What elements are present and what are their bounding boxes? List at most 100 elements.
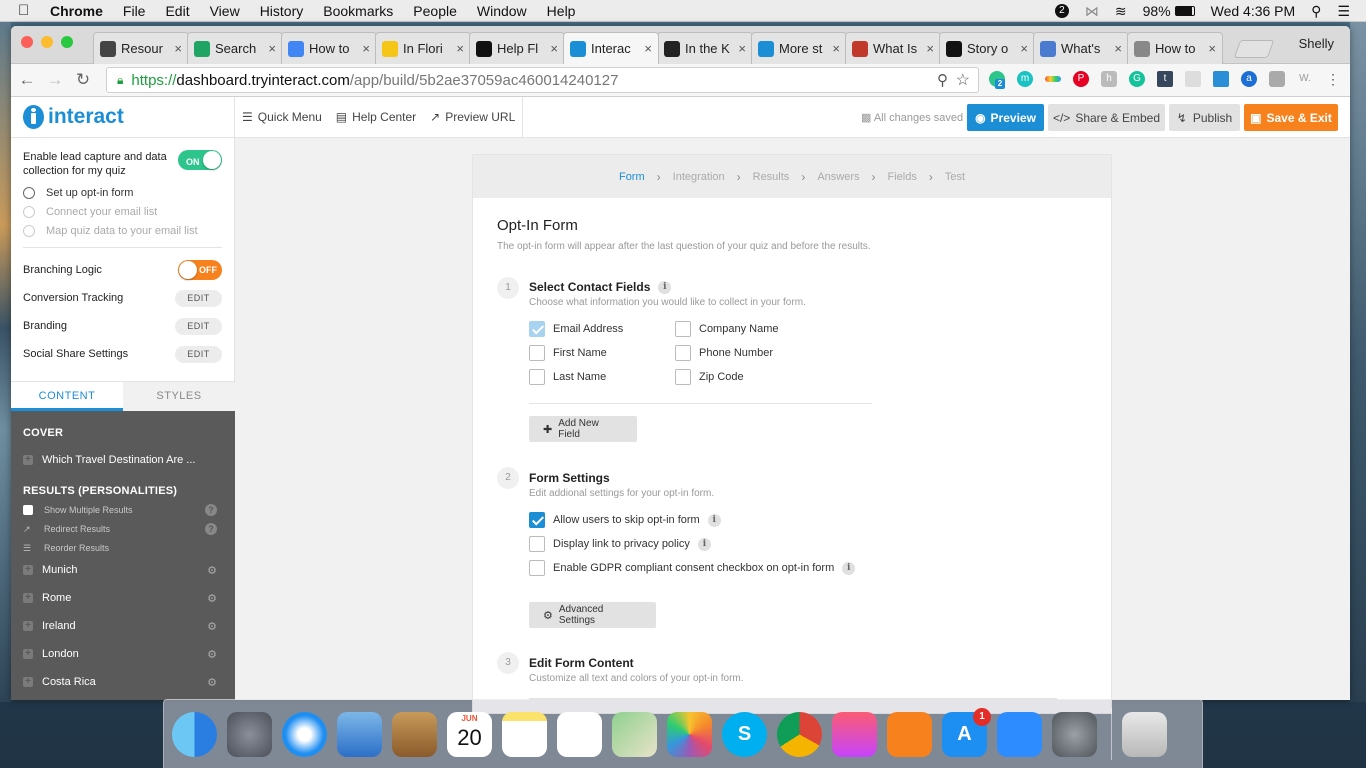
result-item[interactable]: + Costa Rica ⚙ — [11, 674, 235, 690]
lead-step-item: Map quiz data to your email list — [23, 224, 222, 237]
section-title-form-content: Edit Form Content — [529, 656, 634, 670]
menu-history[interactable]: History — [260, 3, 304, 19]
wizard-step[interactable]: Results — [753, 171, 790, 183]
checkbox-icon — [675, 345, 691, 361]
form-setting-checkbox[interactable]: Allow users to skip opt-in form i — [529, 512, 721, 528]
system-preferences-icon[interactable] — [1052, 711, 1097, 757]
contact-field-checkbox[interactable]: First Name — [529, 345, 607, 361]
redirect-results[interactable]: ↗ Redirect Results? — [11, 522, 235, 536]
itunes-icon[interactable] — [832, 711, 877, 757]
result-item[interactable]: + Rome ⚙ — [11, 590, 235, 606]
maps-icon[interactable] — [612, 711, 657, 757]
form-setting-checkbox[interactable]: Enable GDPR compliant consent checkbox o… — [529, 560, 856, 576]
close-tab-icon[interactable]: × — [644, 41, 652, 56]
gear-icon[interactable]: ⚙ — [207, 620, 217, 633]
wizard-step[interactable]: Form — [619, 171, 645, 183]
section-number-3: 3 — [497, 652, 519, 674]
spotlight-search-icon[interactable]: ⚲ — [1311, 3, 1321, 20]
menu-people[interactable]: People — [413, 3, 457, 19]
menu-help[interactable]: Help — [547, 3, 576, 19]
browser-tab[interactable]: Interac × — [563, 32, 659, 64]
cover-heading: COVER — [23, 427, 64, 439]
apple-icon[interactable]:  — [18, 2, 40, 19]
launchpad-icon[interactable] — [227, 711, 272, 757]
menu-view[interactable]: View — [210, 3, 240, 19]
lead-capture-toggle[interactable]: ON — [178, 150, 222, 170]
contacts-icon[interactable] — [392, 711, 437, 757]
gear-icon[interactable]: ⚙ — [207, 648, 217, 661]
checkbox-icon — [23, 505, 33, 515]
result-item[interactable]: + London ⚙ — [11, 646, 235, 662]
menu-file[interactable]: File — [123, 3, 146, 19]
sidebar-content-panel: COVER + Which Travel Destination Are ... … — [11, 411, 235, 700]
mail-icon[interactable] — [337, 711, 382, 757]
result-item[interactable]: + Munich ⚙ — [11, 562, 235, 578]
menu-edit[interactable]: Edit — [165, 3, 189, 19]
wizard-step[interactable]: Answers — [817, 171, 859, 183]
checkbox-icon — [529, 321, 545, 337]
reorder-results[interactable]: ☰ Reorder Results — [11, 541, 235, 555]
help-question-icon[interactable]: ? — [205, 504, 217, 516]
notification-count-icon[interactable]: 2 — [1054, 4, 1069, 18]
notification-center-icon[interactable]: ☰ — [1337, 3, 1350, 20]
photos-icon[interactable] — [667, 711, 712, 757]
clock[interactable]: Wed 4:36 PM — [1211, 3, 1296, 19]
advanced-settings-button[interactable]: ⚙ Advanced Settings — [529, 602, 656, 628]
checkbox-icon — [675, 321, 691, 337]
menu-window[interactable]: Window — [477, 3, 527, 19]
battery-percent[interactable]: 98% — [1143, 3, 1171, 19]
toggle-on-label: ON — [186, 157, 200, 167]
gear-icon[interactable]: ⚙ — [207, 592, 217, 605]
edit-button[interactable]: EDIT — [175, 289, 222, 307]
contact-field-checkbox[interactable]: Email Address — [529, 321, 623, 337]
checkbox-icon — [529, 512, 545, 528]
edit-button[interactable]: EDIT — [175, 345, 222, 363]
show-multiple-results[interactable]: Show Multiple Results? — [11, 503, 235, 517]
add-new-field-button[interactable]: ✚ Add New Field — [529, 416, 637, 442]
contact-field-checkbox[interactable]: Last Name — [529, 369, 606, 385]
chevron-right-icon: › — [656, 169, 661, 184]
battery-icon[interactable] — [1174, 6, 1195, 16]
chevron-right-icon: › — [928, 169, 933, 184]
gear-icon[interactable]: ⚙ — [207, 564, 217, 577]
gear-icon[interactable]: ⚙ — [207, 676, 217, 689]
redirect-icon: ↗ — [23, 523, 31, 534]
lead-capture-row: Enable lead capture and data collection … — [23, 150, 222, 178]
ibooks-icon[interactable] — [887, 711, 932, 757]
wifi-icon[interactable]: ≋ — [1115, 3, 1127, 20]
reminders-icon[interactable] — [557, 711, 602, 757]
contact-field-checkbox[interactable]: Company Name — [675, 321, 778, 337]
info-icon[interactable]: i — [842, 561, 856, 575]
info-icon[interactable]: i — [697, 537, 711, 551]
info-icon[interactable]: i — [658, 280, 672, 294]
form-setting-checkbox[interactable]: Display link to privacy policy i — [529, 536, 711, 552]
result-item[interactable]: + Ireland ⚙ — [11, 618, 235, 634]
skype-icon[interactable]: S — [722, 711, 767, 757]
lead-step-item[interactable]: Set up opt-in form — [23, 186, 222, 199]
contact-field-checkbox[interactable]: Phone Number — [675, 345, 773, 361]
finder-icon[interactable] — [172, 711, 217, 757]
appstore-icon[interactable]: A1 — [942, 707, 991, 757]
trash-icon[interactable] — [1122, 711, 1167, 757]
menu-app-name[interactable]: Chrome — [50, 3, 103, 19]
safari-icon[interactable] — [282, 711, 327, 757]
edit-button[interactable]: EDIT — [175, 317, 222, 335]
redirect-results-label: Redirect Results — [44, 524, 111, 534]
zoom-icon[interactable] — [997, 711, 1042, 757]
branching-logic-toggle[interactable]: OFF — [178, 260, 222, 280]
bluetooth-icon[interactable]: ⋈ — [1085, 3, 1099, 20]
help-question-icon[interactable]: ? — [205, 523, 217, 535]
section-number-2: 2 — [497, 467, 519, 489]
info-icon[interactable]: i — [707, 513, 721, 527]
wizard-step[interactable]: Test — [945, 171, 965, 183]
notes-icon[interactable] — [502, 711, 547, 757]
wizard-step[interactable]: Fields — [888, 171, 917, 183]
tab-content[interactable]: CONTENT — [11, 382, 123, 411]
wizard-step[interactable]: Integration — [673, 171, 725, 183]
cover-item[interactable]: + Which Travel Destination Are ... — [11, 452, 235, 468]
chrome-icon[interactable] — [777, 711, 822, 757]
tab-styles[interactable]: STYLES — [123, 382, 235, 411]
calendar-icon[interactable]: JUN 20 — [447, 711, 492, 757]
contact-field-checkbox[interactable]: Zip Code — [675, 369, 744, 385]
menu-bookmarks[interactable]: Bookmarks — [323, 3, 393, 19]
